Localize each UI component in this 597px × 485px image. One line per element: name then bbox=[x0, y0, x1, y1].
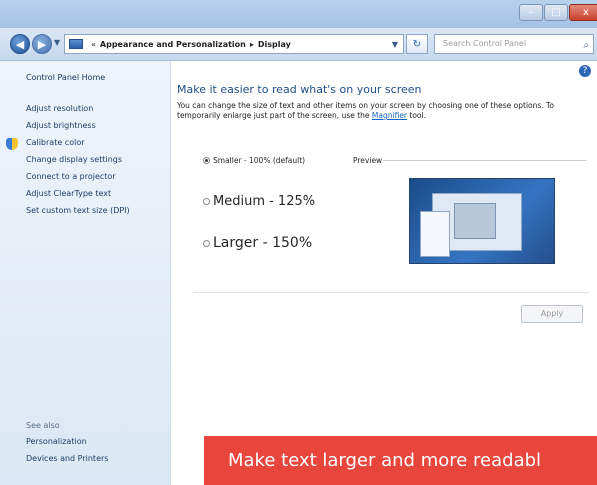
breadcrumb-appearance-and-personalization[interactable]: Appearance and Personalization bbox=[100, 40, 246, 49]
description-text-end: tool. bbox=[407, 111, 426, 120]
preview-divider bbox=[383, 160, 587, 161]
recent-pages-dropdown-icon[interactable]: ▼ bbox=[54, 38, 60, 47]
breadcrumb-display[interactable]: Display bbox=[258, 40, 291, 49]
page-description: You can change the size of text and othe… bbox=[177, 101, 587, 121]
sidebar-item-personalization[interactable]: Personalization bbox=[26, 437, 87, 446]
radio-smaller[interactable] bbox=[203, 157, 210, 164]
search-input[interactable]: Search Control Panel ⌕ bbox=[434, 34, 594, 54]
section-divider bbox=[193, 292, 589, 293]
preview-label: Preview bbox=[353, 156, 383, 165]
sidebar-item-calibrate-color[interactable]: Calibrate color bbox=[26, 138, 85, 147]
address-bar[interactable]: « Appearance and Personalization ▸ Displ… bbox=[64, 34, 404, 54]
sidebar-control-panel-home[interactable]: Control Panel Home bbox=[26, 73, 105, 82]
apply-button[interactable]: Apply bbox=[521, 305, 583, 323]
description-text: You can change the size of text and othe… bbox=[177, 101, 554, 120]
search-icon[interactable]: ⌕ bbox=[583, 37, 589, 55]
caption-text: Make text larger and more readabl bbox=[228, 450, 542, 471]
sidebar-item-change-display-settings[interactable]: Change display settings bbox=[26, 155, 122, 164]
maximize-button[interactable]: □ bbox=[544, 4, 568, 21]
sidebar-item-adjust-resolution[interactable]: Adjust resolution bbox=[26, 104, 93, 113]
window-titlebar: – □ x bbox=[0, 0, 597, 28]
see-also-heading: See also bbox=[26, 421, 60, 430]
sidebar-item-connect-projector[interactable]: Connect to a projector bbox=[26, 172, 116, 181]
address-dropdown-icon[interactable]: ▼ bbox=[389, 37, 401, 51]
shield-icon bbox=[6, 138, 18, 150]
caption-banner: Make text larger and more readabl bbox=[204, 436, 597, 485]
control-panel-icon bbox=[69, 39, 83, 49]
search-placeholder: Search Control Panel bbox=[443, 39, 527, 48]
radio-medium[interactable] bbox=[203, 198, 210, 205]
minimize-button[interactable]: – bbox=[519, 4, 543, 21]
sidebar-item-adjust-brightness[interactable]: Adjust brightness bbox=[26, 121, 96, 130]
preview-sidebar-window bbox=[420, 211, 450, 257]
main-content: ? Make it easier to read what's on your … bbox=[171, 61, 597, 485]
help-icon[interactable]: ? bbox=[579, 65, 591, 77]
close-button[interactable]: x bbox=[569, 4, 597, 21]
sidebar-item-adjust-cleartype[interactable]: Adjust ClearType text bbox=[26, 189, 111, 198]
desktop-preview-image bbox=[409, 178, 555, 264]
option-smaller-label[interactable]: Smaller - 100% (default) bbox=[213, 156, 305, 165]
breadcrumb-separator[interactable]: ▸ bbox=[250, 40, 254, 49]
magnifier-link[interactable]: Magnifier bbox=[372, 111, 407, 120]
forward-button[interactable]: ▶ bbox=[32, 34, 52, 54]
radio-larger[interactable] bbox=[203, 240, 210, 247]
window-controls: – □ x bbox=[518, 4, 597, 21]
navigation-bar: ◀ ▶ ▼ « Appearance and Personalization ▸… bbox=[0, 28, 597, 61]
option-larger-label[interactable]: Larger - 150% bbox=[213, 235, 312, 251]
refresh-button[interactable]: ↻ bbox=[406, 34, 428, 54]
option-medium-label[interactable]: Medium - 125% bbox=[213, 194, 315, 209]
sidebar-item-devices-printers[interactable]: Devices and Printers bbox=[26, 454, 108, 463]
page-title: Make it easier to read what's on your sc… bbox=[177, 83, 422, 96]
sidebar-item-custom-text-size[interactable]: Set custom text size (DPI) bbox=[26, 206, 130, 215]
sidebar: Control Panel Home Adjust resolution Adj… bbox=[0, 61, 171, 485]
address-overflow-chevron[interactable]: « bbox=[91, 40, 96, 49]
preview-content-block bbox=[454, 203, 496, 239]
back-button[interactable]: ◀ bbox=[10, 34, 30, 54]
